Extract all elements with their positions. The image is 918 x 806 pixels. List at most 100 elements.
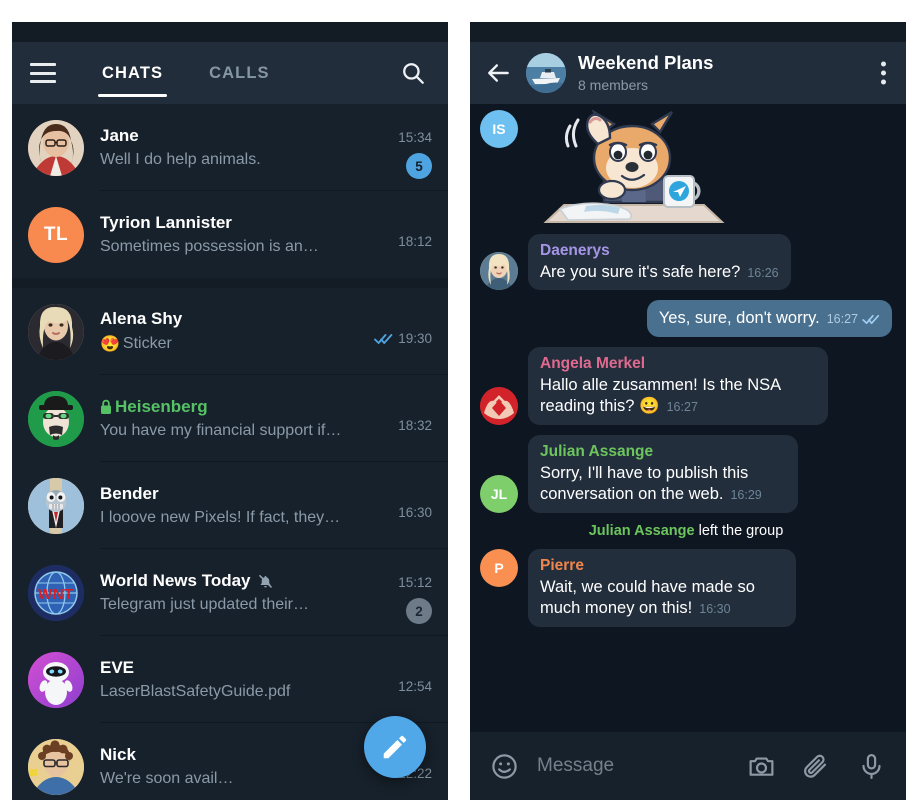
service-action: left the group [698, 522, 784, 539]
message-row: P Pierre Wait, we could have made so muc… [480, 548, 892, 627]
message-sender: Daenerys [540, 242, 610, 259]
list-item-body: Jane Well I do help animals. [100, 126, 388, 169]
tab-chats[interactable]: CHATS [97, 42, 168, 104]
search-icon[interactable] [400, 60, 426, 86]
list-item-body: EVE LaserBlastSafetyGuide.pdf [100, 658, 388, 701]
chat-time-text: 19:30 [398, 331, 432, 346]
conversation-header: Weekend Plans 8 members [470, 42, 906, 104]
microphone-icon[interactable] [857, 752, 886, 781]
member-count: 8 members [578, 76, 649, 93]
list-item-title-row: EVE [100, 658, 388, 678]
list-item[interactable]: Jane Well I do help animals. 15:34 5 [12, 104, 448, 191]
paperclip-icon[interactable] [802, 752, 831, 781]
avatar[interactable]: IS [480, 110, 518, 148]
message-text: Are you sure it's safe here? [540, 263, 741, 281]
message-bubble[interactable]: Pierre Wait, we could have made so much … [528, 548, 796, 627]
message-text-block: Hallo alle zusammen! Is the NSA reading … [540, 375, 816, 418]
avatar-initials: JL [490, 485, 508, 502]
avatar-initials: TL [43, 223, 69, 245]
list-item-meta: 18:32 [398, 375, 432, 462]
message-time: 16:27 [666, 400, 698, 415]
avatar[interactable]: P [480, 548, 518, 587]
smiley-icon[interactable] [490, 752, 519, 781]
screenshot-root: CHATS CALLS Jane Well I do help animals.… [0, 0, 918, 806]
avatar [28, 390, 84, 447]
list-item-meta: 15:34 5 [398, 104, 432, 191]
list-item[interactable]: Heisenberg You have my financial support… [12, 375, 448, 462]
kebab-menu-icon[interactable] [881, 61, 886, 85]
list-item-meta: 19:30 [374, 288, 432, 375]
message-time: 16:26 [747, 266, 779, 280]
pencil-icon [380, 732, 410, 762]
message-text-block: Are you sure it's safe here? 16:26 [540, 262, 779, 283]
list-item-meta: 18:12 [398, 191, 432, 278]
read-ticks-icon [374, 333, 393, 345]
list-item[interactable]: TL Tyrion Lannister Sometimes possession… [12, 191, 448, 278]
list-item[interactable]: Bender I looove new Pixels! If fact, the… [12, 462, 448, 549]
list-item-body: Bender I looove new Pixels! If fact, the… [100, 484, 388, 527]
message-time-text: 16:27 [826, 312, 858, 327]
list-item[interactable]: Alena Shy 😍 Sticker 19:30 [12, 288, 448, 375]
chat-time: 18:12 [398, 234, 432, 249]
message-row: JL Julian Assange Sorry, I'll have to pu… [480, 434, 892, 513]
chat-name: EVE [100, 658, 135, 677]
avatar [28, 303, 84, 360]
tab-calls[interactable]: CALLS [209, 42, 270, 104]
chat-preview-text: Sometimes possession is an… [100, 238, 319, 255]
message-bubble[interactable]: Daenerys Are you sure it's safe here? 16:… [528, 234, 791, 291]
input-actions [747, 752, 886, 781]
chat-time: 18:32 [398, 418, 432, 433]
message-bubble[interactable]: Angela Merkel Hallo alle zusammen! Is th… [528, 346, 828, 425]
list-item-meta: 16:30 [398, 462, 432, 549]
list-item-body: Tyrion Lannister Sometimes possession is… [100, 213, 388, 256]
message-text: Hallo alle zusammen! Is the NSA reading … [540, 375, 781, 416]
avatar: TL [28, 206, 84, 263]
chat-preview-text: I looove new Pixels! If fact, they… [100, 509, 341, 526]
back-arrow-icon[interactable] [486, 60, 512, 86]
chat-preview: Well I do help animals. [100, 151, 388, 169]
chat-list-header: CHATS CALLS [12, 42, 448, 104]
message-sender: Julian Assange [540, 442, 654, 460]
muted-bell-icon [258, 574, 273, 589]
message-input[interactable]: Message [537, 755, 747, 777]
chat-preview-text: Telegram just updated their… [100, 596, 309, 613]
new-message-button[interactable] [364, 716, 426, 778]
status-bar [12, 22, 448, 42]
unread-badge: 2 [406, 598, 432, 624]
chat-preview: We're soon avail… [100, 770, 388, 788]
unread-badge: 5 [406, 153, 432, 179]
group-avatar[interactable] [526, 53, 566, 93]
avatar[interactable]: JL [480, 474, 518, 513]
message-text-block: Yes, sure, don't worry. 16:27 [659, 308, 880, 329]
message-text-block: Wait, we could have made so much money o… [540, 577, 784, 620]
list-item[interactable]: EVE LaserBlastSafetyGuide.pdf 12:54 [12, 636, 448, 723]
chat-name: Alena Shy [100, 309, 183, 328]
message-bubble-outgoing[interactable]: Yes, sure, don't worry. 16:27 [646, 300, 892, 337]
list-item-title-row: Jane [100, 126, 388, 146]
service-actor: Julian Assange [588, 522, 695, 539]
message-bubble[interactable]: Julian Assange Sorry, I'll have to publi… [528, 434, 798, 513]
chat-preview-text: You have my financial support if… [100, 422, 342, 439]
chat-list[interactable]: Jane Well I do help animals. 15:34 5 TL [12, 104, 448, 800]
conversation-title-block: Weekend Plans 8 members [578, 52, 714, 93]
avatar[interactable] [480, 252, 518, 291]
list-item[interactable]: WNT World News Today Telegram just updat… [12, 549, 448, 636]
message-text-block: Sorry, I'll have to publish this convers… [540, 463, 786, 506]
chat-name: World News Today [100, 571, 251, 590]
avatar[interactable] [480, 386, 518, 425]
message-list[interactable]: IS Daenerys Are you sure it's safe here?… [470, 104, 906, 732]
svg-text:WNT: WNT [38, 586, 74, 603]
list-item-body: Alena Shy 😍 Sticker [100, 309, 364, 354]
camera-icon[interactable] [747, 752, 776, 781]
chat-list-panel: CHATS CALLS Jane Well I do help animals.… [12, 22, 448, 800]
chat-preview-text: LaserBlastSafetyGuide.pdf [100, 683, 291, 700]
hamburger-menu-icon[interactable] [30, 63, 56, 83]
page-title: Weekend Plans [578, 52, 714, 74]
sticker[interactable] [526, 110, 736, 230]
chat-name: Nick [100, 745, 136, 764]
avatar [28, 651, 84, 708]
avatar-initials: IS [492, 121, 506, 137]
chat-preview: Sometimes possession is an… [100, 238, 388, 256]
chat-preview-text: Sticker [122, 335, 172, 352]
message-text: Sorry, I'll have to publish this convers… [540, 463, 749, 504]
